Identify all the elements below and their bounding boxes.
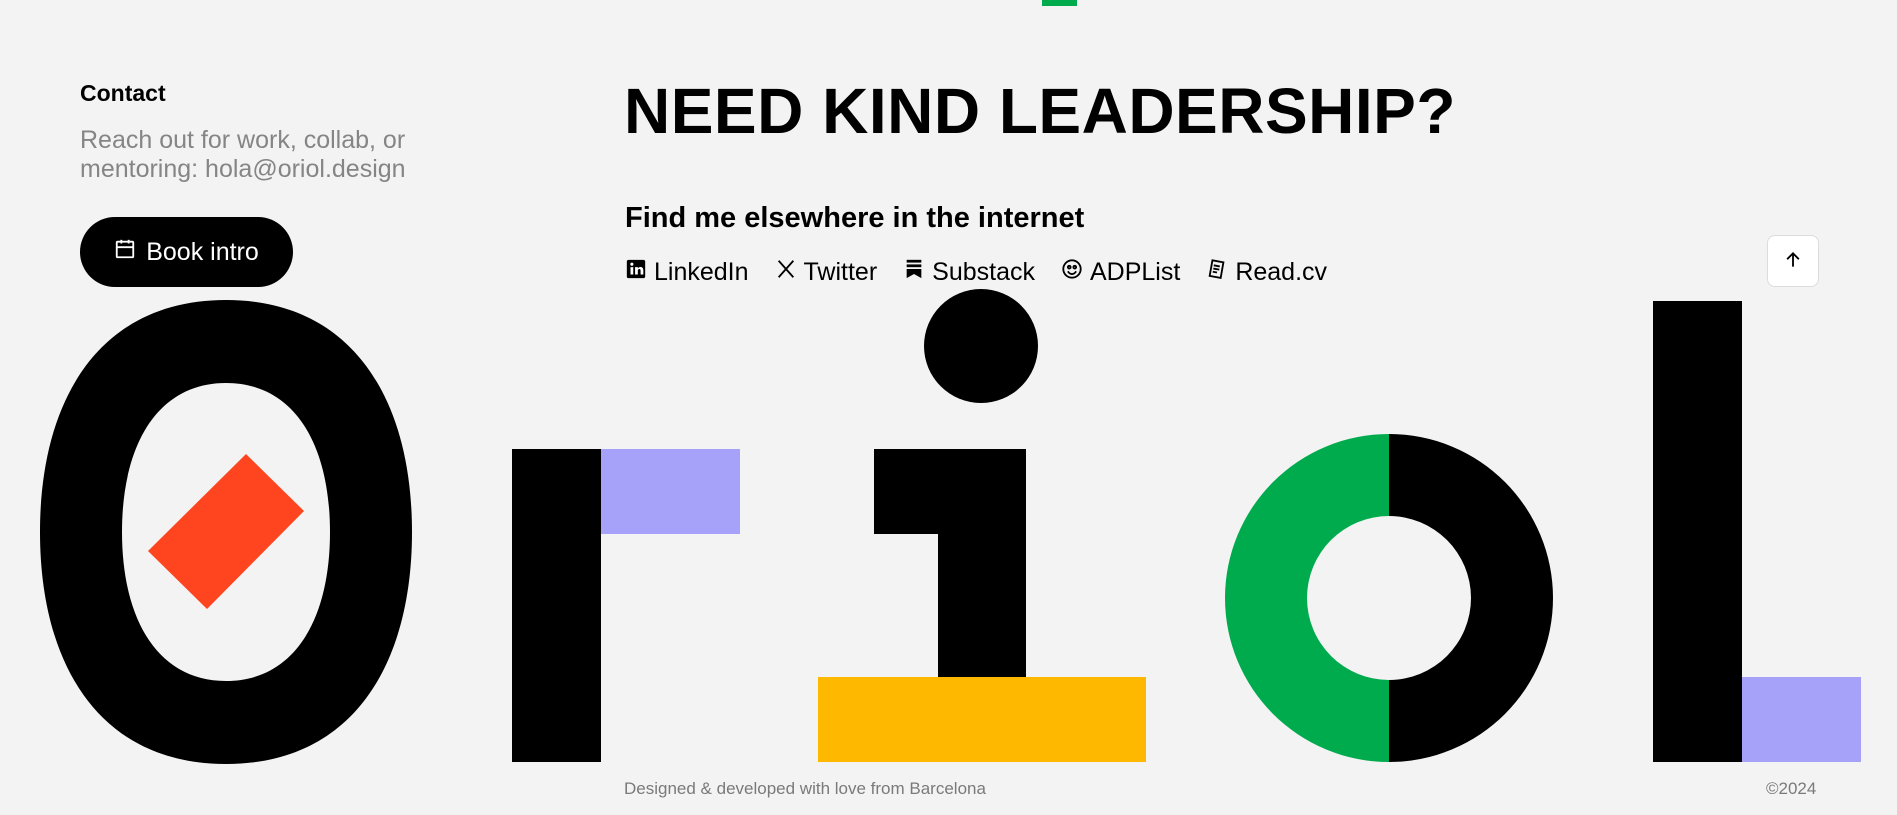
social-link-label: Twitter — [803, 258, 878, 286]
arrow-up-icon — [1783, 250, 1803, 273]
social-link-label: Read.cv — [1235, 258, 1328, 286]
logo-letter-o — [40, 300, 412, 764]
footer-credit: Designed & developed with love from Barc… — [624, 779, 986, 798]
calendar-icon — [114, 238, 136, 267]
social-link-label: Substack — [932, 258, 1035, 286]
logo-purple-block — [601, 449, 740, 534]
social-link-adplist[interactable]: ADPList — [1061, 258, 1180, 287]
book-intro-label: Book intro — [146, 237, 259, 266]
logo-red-diamond — [148, 454, 304, 609]
smiley-icon — [1061, 258, 1083, 287]
logo-yellow-base — [818, 677, 1146, 762]
logo-o-ring — [40, 300, 412, 764]
linkedin-icon — [625, 258, 647, 287]
substack-icon — [903, 258, 925, 287]
logo-purple-foot — [1742, 677, 1861, 762]
page-headline: NEED KIND LEADERSHIP? — [624, 75, 1456, 147]
footer-copyright: ©2024 — [1766, 779, 1817, 798]
social-link-label: LinkedIn — [654, 258, 749, 286]
logo-green-half — [1225, 434, 1389, 762]
logo-letter-o2 — [1225, 434, 1553, 762]
social-link-label: ADPList — [1090, 258, 1181, 286]
logo-l-stem — [1653, 301, 1742, 762]
logo-letter-r — [512, 449, 740, 762]
scroll-to-top-button[interactable] — [1767, 235, 1819, 287]
social-link-readcv[interactable]: Read.cv — [1206, 258, 1327, 287]
social-link-twitter[interactable]: Twitter — [775, 258, 878, 287]
logo-letter-l — [1653, 301, 1861, 762]
contact-heading: Contact — [80, 80, 166, 106]
logo-r-stem — [512, 449, 601, 762]
social-links: LinkedIn Twitter Substack ADPList Read.c… — [625, 258, 1327, 287]
social-link-linkedin[interactable]: LinkedIn — [625, 258, 749, 287]
social-link-substack[interactable]: Substack — [903, 258, 1035, 287]
logo-letter-i — [818, 289, 1146, 762]
social-subheading: Find me elsewhere in the internet — [625, 202, 1085, 234]
document-icon — [1206, 258, 1228, 287]
x-twitter-icon — [775, 258, 797, 287]
active-section-indicator — [1042, 0, 1077, 6]
logo-i-dot — [924, 289, 1038, 403]
book-intro-button[interactable]: Book intro — [80, 217, 293, 287]
logo-black-half — [1389, 434, 1553, 762]
contact-text: Reach out for work, collab, or mentoring… — [80, 126, 406, 183]
logo-i-stem — [874, 449, 1026, 677]
